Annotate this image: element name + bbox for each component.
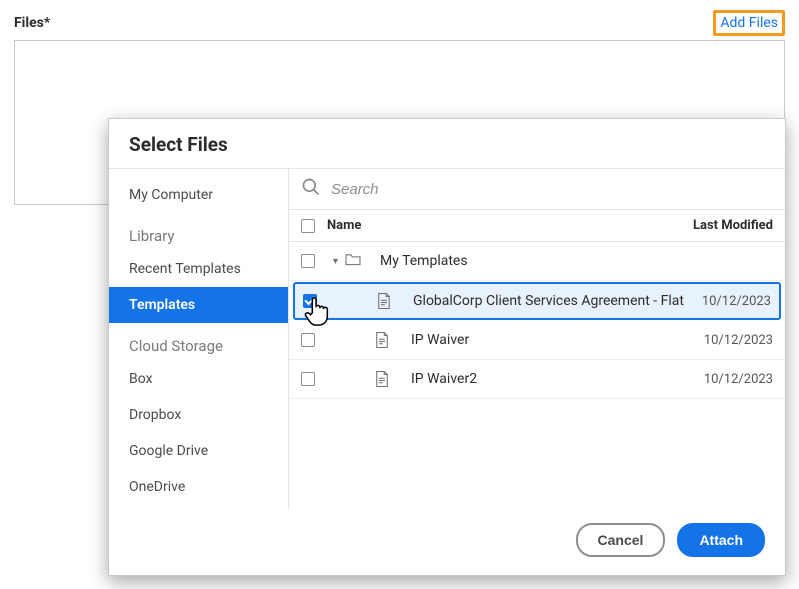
files-label: Files* [14, 15, 50, 31]
sidebar-item-dropbox[interactable]: Dropbox [109, 397, 288, 433]
file-name: GlobalCorp Client Services Agreement - F… [413, 293, 693, 309]
column-name[interactable]: Name [327, 218, 683, 233]
document-icon [371, 331, 393, 349]
file-date: 10/12/2023 [695, 333, 773, 348]
dialog-main: Name Last Modified ▾ My Templates Global… [289, 169, 785, 509]
file-name: IP Waiver2 [411, 371, 695, 387]
add-files-link[interactable]: Add Files [720, 15, 778, 31]
folder-icon [344, 252, 362, 270]
folder-row[interactable]: ▾ My Templates [289, 242, 785, 281]
sidebar-group-cloud-storage: Cloud Storage [109, 323, 288, 361]
file-row[interactable]: IP Waiver 10/12/2023 [289, 321, 785, 360]
file-checkbox[interactable] [301, 372, 315, 386]
sidebar-item-my-computer[interactable]: My Computer [109, 177, 288, 213]
table-header: Name Last Modified [289, 209, 785, 242]
sidebar-group-library: Library [109, 213, 288, 251]
document-icon [371, 370, 393, 388]
file-checkbox[interactable] [301, 333, 315, 347]
folder-caret-icon[interactable]: ▾ [333, 256, 338, 267]
folder-checkbox[interactable] [301, 254, 315, 268]
sidebar-item-templates[interactable]: Templates [109, 287, 288, 323]
search-icon [301, 177, 321, 201]
search-input[interactable] [331, 181, 773, 198]
dialog-title: Select Files [109, 119, 785, 168]
add-files-highlight: Add Files [713, 10, 785, 36]
select-all-checkbox[interactable] [301, 219, 315, 233]
file-row[interactable]: GlobalCorp Client Services Agreement - F… [293, 282, 781, 320]
file-row[interactable]: IP Waiver2 10/12/2023 [289, 360, 785, 399]
file-checkbox[interactable] [303, 294, 317, 308]
document-icon [373, 292, 395, 310]
folder-name: My Templates [380, 253, 468, 269]
column-modified[interactable]: Last Modified [683, 218, 773, 233]
file-date: 10/12/2023 [693, 294, 771, 309]
sidebar-item-onedrive[interactable]: OneDrive [109, 469, 288, 505]
attach-button[interactable]: Attach [677, 523, 765, 557]
cancel-button[interactable]: Cancel [576, 523, 666, 557]
sidebar-item-google-drive[interactable]: Google Drive [109, 433, 288, 469]
dialog-sidebar: My Computer Library Recent Templates Tem… [109, 169, 289, 509]
select-files-dialog: Select Files My Computer Library Recent … [108, 118, 786, 576]
sidebar-item-recent-templates[interactable]: Recent Templates [109, 251, 288, 287]
sidebar-item-box[interactable]: Box [109, 361, 288, 397]
file-name: IP Waiver [411, 332, 695, 348]
file-date: 10/12/2023 [695, 372, 773, 387]
